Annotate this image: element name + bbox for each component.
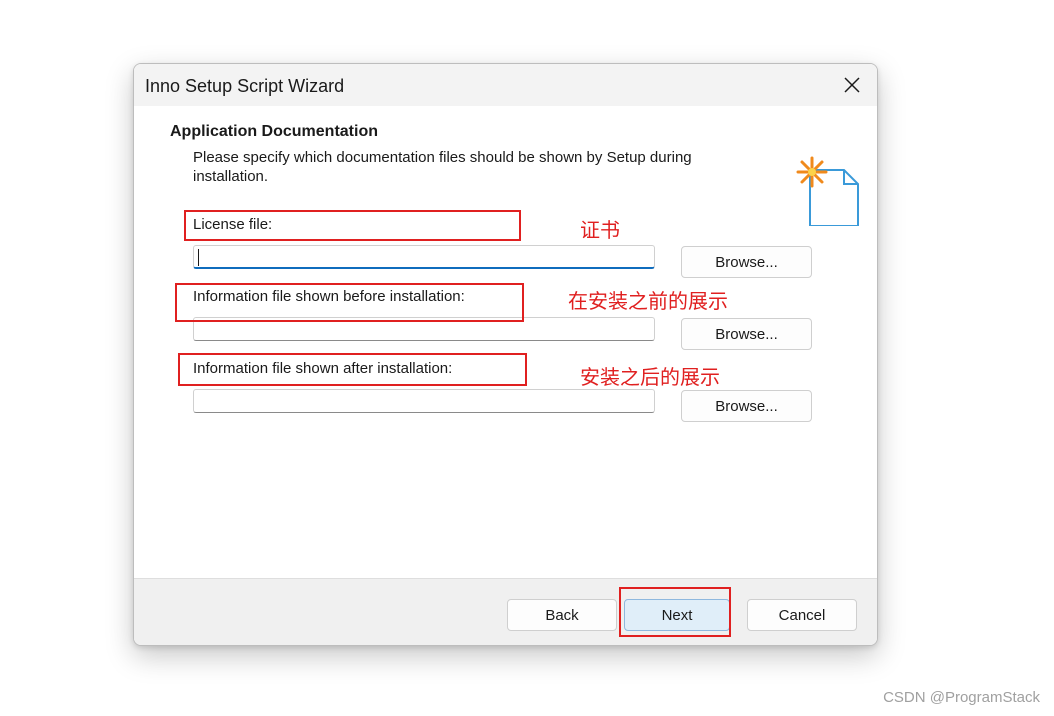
info-after-input[interactable] — [193, 389, 655, 413]
license-browse-button[interactable]: Browse... — [681, 246, 812, 278]
page-description: Please specify which documentation files… — [193, 149, 692, 185]
license-annotation: 证书 — [580, 220, 620, 242]
info-after-highlight-box — [178, 353, 527, 386]
page-title: Application Documentation — [170, 123, 378, 140]
back-button[interactable]: Back — [507, 599, 617, 631]
title-bar: Inno Setup Script Wizard — [134, 64, 877, 106]
info-before-annotation: 在安装之前的展示 — [568, 291, 728, 313]
watermark: CSDN @ProgramStack — [883, 689, 1040, 706]
wizard-page: Application Documentation Please specify… — [134, 106, 877, 578]
close-icon — [844, 77, 860, 93]
button-bar: Back Next Cancel — [134, 578, 877, 645]
new-document-icon — [796, 156, 859, 226]
info-before-highlight-box — [175, 283, 524, 322]
cancel-button[interactable]: Cancel — [747, 599, 857, 631]
info-after-annotation: 安装之后的展示 — [580, 367, 720, 389]
license-highlight-box — [184, 210, 521, 241]
license-file-input[interactable] — [193, 245, 655, 269]
text-caret — [198, 249, 199, 266]
close-button[interactable] — [827, 64, 877, 106]
next-highlight-box — [619, 587, 731, 637]
window-title: Inno Setup Script Wizard — [145, 76, 345, 96]
info-after-browse-button[interactable]: Browse... — [681, 390, 812, 422]
info-before-browse-button[interactable]: Browse... — [681, 318, 812, 350]
